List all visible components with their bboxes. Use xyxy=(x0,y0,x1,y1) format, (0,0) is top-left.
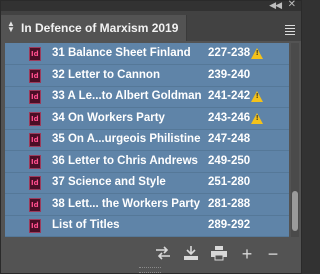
document-page-range: 289-292 xyxy=(208,219,251,231)
document-page-range: 241-242 xyxy=(208,90,251,102)
document-row[interactable]: Id 37 Science and Style 251-280 xyxy=(5,172,289,194)
document-page-range: 249-250 xyxy=(208,154,251,167)
document-row[interactable]: Id List of Titles 289-292 xyxy=(5,215,289,237)
indesign-document-icon-label: Id xyxy=(31,179,39,187)
remove-document-icon[interactable]: − xyxy=(263,245,283,263)
document-row[interactable]: Id 36 Letter to Chris Andrews 249-250 xyxy=(5,151,289,173)
synchronize-icon[interactable] xyxy=(153,245,173,263)
document-row[interactable]: Id 32 Letter to Cannon 239-240 xyxy=(5,65,289,87)
document-row[interactable]: Id 33 A Le...to Albert Goldman 241-242! xyxy=(5,86,289,108)
indesign-document-icon: Id xyxy=(29,111,41,126)
document-name: 32 Letter to Cannon xyxy=(52,68,160,81)
resize-grip[interactable] xyxy=(139,267,161,273)
indesign-document-icon: Id xyxy=(29,154,41,169)
tab-bar: ▲ ▼ In Defence of Marxism 2019 xyxy=(1,11,301,41)
document-row[interactable]: Id 31 Balance Sheet Finland 227-238! xyxy=(5,43,289,65)
document-page-range: 281-288 xyxy=(208,197,251,210)
document-name: 38 Lett... the Workers Party xyxy=(52,197,201,210)
book-panel: ◀◀ ✕ ▲ ▼ In Defence of Marxism 2019 Id 31 … xyxy=(0,0,302,274)
save-book-icon-svg xyxy=(184,246,198,260)
scrollbar-thumb[interactable] xyxy=(292,191,298,231)
close-icon[interactable]: ✕ xyxy=(288,0,296,10)
document-page-range: 243-246 xyxy=(208,111,251,124)
indesign-document-icon-label: Id xyxy=(31,136,39,144)
document-page-range: 251-280 xyxy=(208,176,251,188)
document-row[interactable]: Id 35 On A...urgeois Philistine 247-248 xyxy=(5,129,289,151)
panel-menu-icon[interactable] xyxy=(285,25,295,37)
document-name: 31 Balance Sheet Finland xyxy=(52,47,191,59)
print-icon[interactable] xyxy=(209,245,229,263)
indesign-document-icon: Id xyxy=(29,90,41,104)
warning-icon[interactable]: ! xyxy=(251,112,263,124)
save-book-icon[interactable] xyxy=(181,245,201,263)
document-list: Id 31 Balance Sheet Finland 227-238! Id 32 L… xyxy=(5,43,289,237)
indesign-document-icon: Id xyxy=(29,68,41,83)
indesign-document-icon-label: Id xyxy=(31,114,39,123)
document-name: 34 On Workers Party xyxy=(52,111,165,124)
warning-icon[interactable]: ! xyxy=(251,91,263,102)
document-page-range: 247-248 xyxy=(208,133,251,145)
indesign-document-icon-label: Id xyxy=(31,50,39,58)
document-name: List of Titles xyxy=(52,219,120,231)
add-document-icon[interactable]: + xyxy=(237,245,257,263)
document-name: 35 On A...urgeois Philistine xyxy=(52,133,201,145)
indesign-document-icon-label: Id xyxy=(31,71,39,80)
warning-icon-glyph: ! xyxy=(256,114,259,122)
indesign-document-icon: Id xyxy=(29,133,41,147)
warning-icon-glyph: ! xyxy=(256,93,259,100)
synchronize-icon-svg xyxy=(156,246,170,260)
warning-icon-glyph: ! xyxy=(256,50,259,57)
indesign-document-icon: Id xyxy=(29,219,41,233)
print-icon-svg xyxy=(211,246,227,261)
warning-icon[interactable]: ! xyxy=(251,48,263,59)
expand-arrows-icon[interactable]: ▲ ▼ xyxy=(7,20,15,34)
indesign-document-icon-label: Id xyxy=(31,93,39,101)
book-title: In Defence of Marxism 2019 xyxy=(21,21,179,35)
document-row[interactable]: Id 38 Lett... the Workers Party 281-288 xyxy=(5,194,289,216)
indesign-document-icon: Id xyxy=(29,197,41,212)
document-name: 36 Letter to Chris Andrews xyxy=(52,154,198,167)
indesign-document-icon-label: Id xyxy=(31,157,39,166)
tab-book[interactable]: ▲ ▼ In Defence of Marxism 2019 xyxy=(1,15,187,41)
indesign-document-icon: Id xyxy=(29,47,41,61)
indesign-document-icon-label: Id xyxy=(31,222,39,230)
document-name: 33 A Le...to Albert Goldman xyxy=(52,90,202,102)
double-chevron-left-icon[interactable]: ◀◀ xyxy=(269,0,282,11)
panel-top-strip: ◀◀ ✕ xyxy=(1,0,301,11)
document-name: 37 Science and Style xyxy=(52,176,166,188)
indesign-document-icon-label: Id xyxy=(31,200,39,209)
indesign-document-icon: Id xyxy=(29,176,41,190)
document-page-range: 227-238 xyxy=(208,47,251,59)
document-page-range: 239-240 xyxy=(208,68,251,81)
document-row[interactable]: Id 34 On Workers Party 243-246! xyxy=(5,108,289,130)
